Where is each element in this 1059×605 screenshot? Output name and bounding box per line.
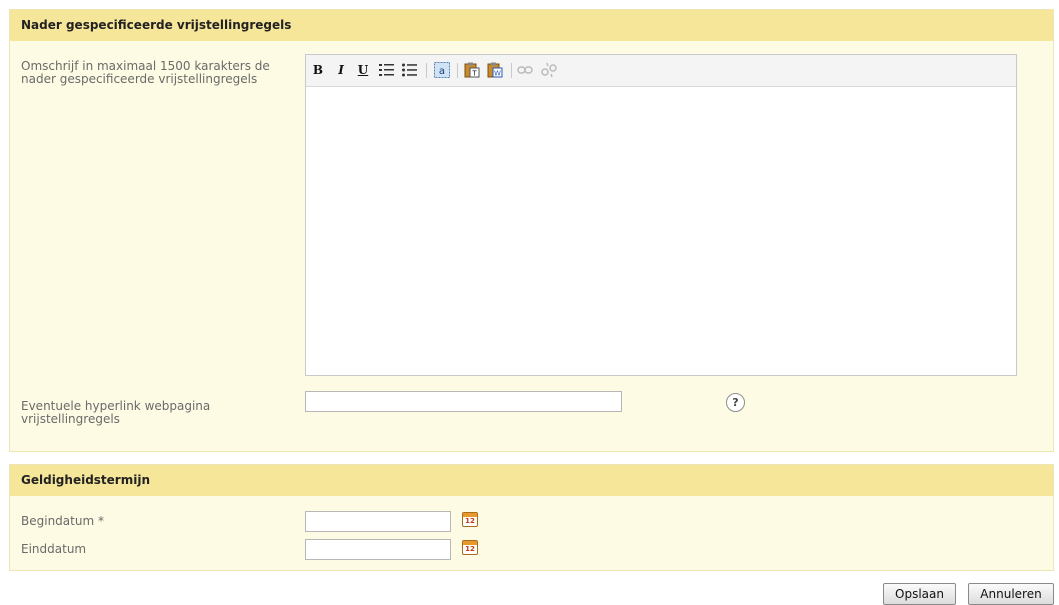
unordered-list-icon[interactable]: [402, 62, 418, 78]
hyperlink-input[interactable]: [305, 391, 622, 412]
hyperlink-label-line2: vrijstellingregels: [21, 412, 120, 426]
paste-text-icon[interactable]: T: [464, 62, 480, 78]
calendar-icon-day: 12: [465, 517, 475, 525]
exemption-rules-title: Nader gespecificeerde vrijstellingregels: [21, 18, 292, 32]
rich-text-editor: B I U a T W: [305, 54, 1017, 376]
validity-period-header: Geldigheidstermijn: [10, 465, 1053, 496]
underline-icon[interactable]: U: [357, 62, 369, 78]
editor-toolbar: B I U a T W: [306, 55, 1016, 87]
calendar-icon-day: 12: [465, 545, 475, 553]
paste-word-icon[interactable]: W: [487, 62, 503, 78]
description-label: Omschrijf in maximaal 1500 karakters de …: [21, 60, 270, 86]
editor-content-area[interactable]: [306, 87, 1016, 376]
hyperlink-label: Eventuele hyperlink webpagina vrijstelli…: [21, 400, 210, 426]
description-label-line2: nader gespecificeerde vrijstellingregels: [21, 72, 258, 86]
ordered-list-icon[interactable]: [379, 62, 395, 78]
toolbar-separator: [426, 63, 427, 78]
calendar-icon[interactable]: 12: [462, 512, 478, 527]
start-date-label: Begindatum *: [21, 514, 104, 528]
help-icon[interactable]: ?: [726, 393, 745, 412]
end-date-input[interactable]: [305, 539, 451, 560]
calendar-icon[interactable]: 12: [462, 540, 478, 555]
toolbar-separator: [511, 63, 512, 78]
exemption-rules-header: Nader gespecificeerde vrijstellingregels: [10, 10, 1053, 41]
select-all-icon[interactable]: a: [434, 62, 450, 78]
unlink-icon[interactable]: [541, 62, 557, 78]
bold-icon[interactable]: B: [312, 62, 324, 78]
italic-icon[interactable]: I: [335, 62, 347, 78]
cancel-button[interactable]: Annuleren: [968, 583, 1054, 605]
start-date-input[interactable]: [305, 511, 451, 532]
svg-text:a: a: [439, 66, 445, 77]
toolbar-separator: [457, 63, 458, 78]
link-icon[interactable]: [517, 62, 533, 78]
exemption-rules-panel: Nader gespecificeerde vrijstellingregels…: [9, 9, 1054, 452]
validity-period-title: Geldigheidstermijn: [21, 473, 150, 487]
svg-text:W: W: [494, 70, 501, 78]
validity-period-panel: Geldigheidstermijn Begindatum * 12 Eindd…: [9, 464, 1054, 571]
end-date-label: Einddatum: [21, 542, 87, 556]
svg-text:T: T: [471, 70, 477, 78]
save-button[interactable]: Opslaan: [883, 583, 956, 605]
